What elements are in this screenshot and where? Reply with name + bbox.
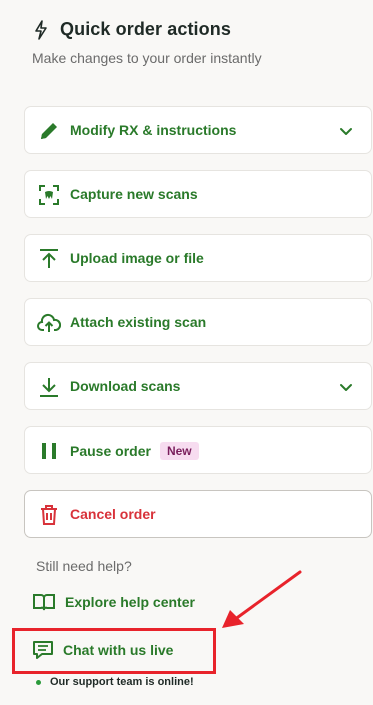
download-scans-label: Download scans	[70, 378, 181, 394]
capture-new-scans-button[interactable]: Capture new scans	[24, 170, 372, 218]
page-title: Quick order actions	[60, 19, 231, 39]
cancel-order-label: Cancel order	[70, 506, 156, 522]
book-icon	[33, 594, 55, 611]
chat-icon	[33, 641, 53, 659]
help-heading: Still need help?	[36, 558, 132, 574]
capture-new-scans-label: Capture new scans	[70, 186, 198, 202]
chat-live-label: Chat with us live	[63, 642, 174, 658]
pencil-icon	[37, 119, 61, 143]
trash-icon	[37, 503, 61, 527]
attach-existing-scan-button[interactable]: Attach existing scan	[24, 298, 372, 346]
cancel-order-button[interactable]: Cancel order	[24, 490, 372, 538]
quick-order-actions-panel: Quick order actions Make changes to your…	[0, 0, 373, 705]
new-badge: New	[159, 442, 199, 460]
modify-rx-button[interactable]: Modify RX & instructions	[24, 106, 372, 154]
pause-icon	[37, 439, 61, 463]
chevron-down-icon[interactable]	[339, 124, 353, 138]
scan-icon	[37, 183, 61, 207]
download-icon	[37, 375, 61, 399]
explore-help-center-link[interactable]: Explore help center	[32, 592, 195, 612]
upload-file-label: Upload image or file	[70, 250, 204, 266]
lightning-bolt-icon	[35, 20, 47, 40]
chevron-down-icon[interactable]	[339, 380, 353, 394]
upload-icon	[37, 247, 61, 271]
page-subtitle: Make changes to your order instantly	[32, 50, 262, 66]
online-status-text: Our support team is online!	[50, 676, 194, 688]
pause-order-label: Pause order New	[70, 442, 199, 460]
download-scans-button[interactable]: Download scans	[24, 362, 372, 410]
cloud-upload-icon	[37, 311, 61, 335]
attach-existing-scan-label: Attach existing scan	[70, 314, 207, 330]
online-dot	[36, 679, 41, 685]
upload-file-button[interactable]: Upload image or file	[24, 234, 372, 282]
explore-help-center-label: Explore help center	[65, 594, 195, 610]
chat-live-link[interactable]: Chat with us live	[32, 640, 173, 660]
red-arrow-icon	[222, 570, 302, 628]
online-status: Our support team is online!	[36, 676, 194, 688]
modify-rx-label: Modify RX & instructions	[70, 122, 237, 138]
pause-order-text: Pause order	[70, 443, 151, 459]
pause-order-button[interactable]: Pause order New	[24, 426, 372, 474]
